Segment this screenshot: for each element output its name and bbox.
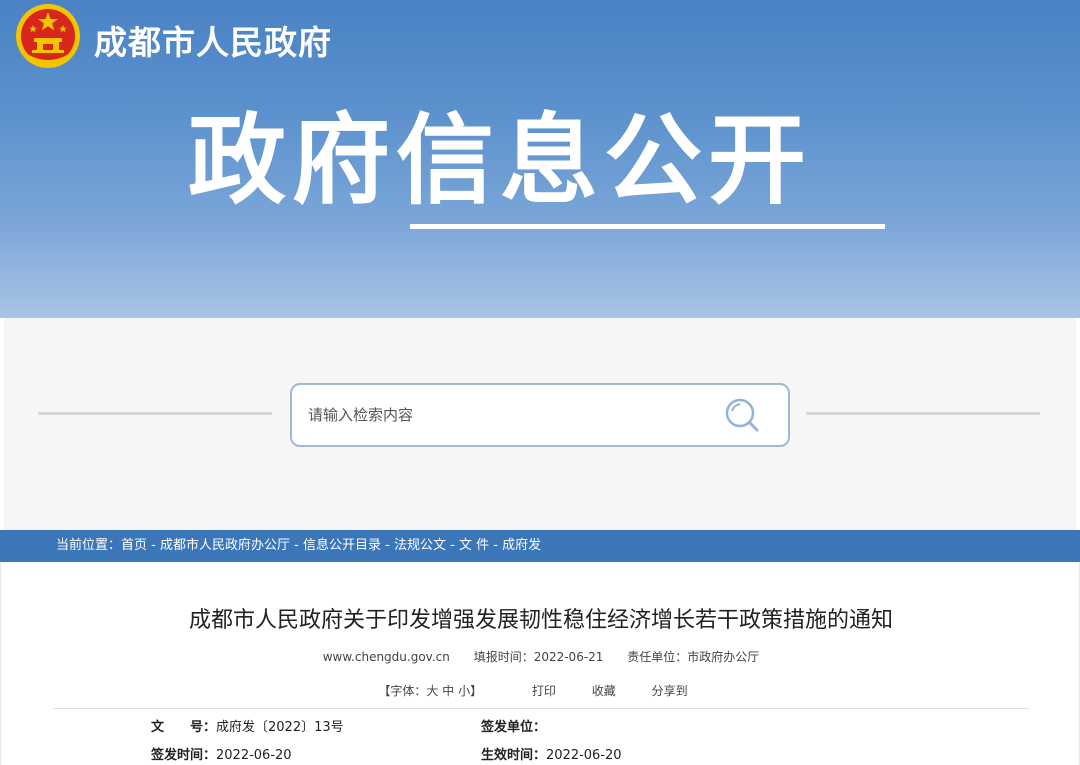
banner-title: 政府信息公开 [188, 104, 813, 218]
breadcrumb-separator: - [290, 538, 303, 553]
breadcrumb-label: 当前位置： [56, 538, 122, 553]
breadcrumb-item-regulations[interactable]: 法规公文 [394, 538, 446, 553]
effective-date-row: 生效时间：2022-06-20 [481, 744, 622, 763]
search-section [4, 318, 1076, 530]
breadcrumb-separator: - [445, 538, 459, 553]
article-source: www.chengdu.gov.cn [322, 650, 450, 664]
issuing-unit-row: 签发单位： [481, 716, 546, 735]
issue-date-value: 2022-06-20 [216, 748, 292, 763]
doc-number-row: 文 号：成府发〔2022〕13号 [151, 716, 344, 735]
doc-number-label: 文 号： [151, 720, 217, 735]
issue-date-row: 签发时间：2022-06-20 [151, 744, 292, 763]
search-input[interactable] [306, 399, 710, 431]
print-button[interactable]: 打印 [532, 684, 556, 698]
issue-date-label: 签发时间： [151, 748, 217, 763]
article-tools: 【字体：大 中 小】 打印 收藏 分享到 [1, 682, 1080, 699]
search-box [290, 383, 790, 447]
favorite-button[interactable]: 收藏 [592, 684, 616, 698]
font-size-medium[interactable]: 中 [442, 684, 454, 698]
header-banner: 成都市人民政府 政府信息公开 [0, 0, 1080, 318]
doc-number-value: 成府发〔2022〕13号 [216, 720, 344, 735]
search-icon[interactable] [722, 395, 762, 435]
breadcrumb: 当前位置：首页 - 成都市人民政府办公厅 - 信息公开目录 - 法规公文 - 文… [0, 530, 1080, 562]
breadcrumb-separator: - [147, 538, 160, 553]
breadcrumb-item-documents[interactable]: 文 件 [459, 538, 489, 553]
font-size-suffix: 】 [470, 684, 483, 698]
info-divider [53, 708, 1029, 709]
article-content: 成都市人民政府关于印发增强发展韧性稳住经济增长若干政策措施的通知 www.che… [0, 562, 1080, 765]
site-name: 成都市人民政府 [94, 23, 332, 62]
effective-date-value: 2022-06-20 [546, 748, 622, 763]
font-size-control: 【字体：大 中 小】 [378, 684, 482, 698]
font-size-small[interactable]: 小 [458, 684, 470, 698]
font-size-large[interactable]: 大 [426, 684, 438, 698]
breadcrumb-item-directory[interactable]: 信息公开目录 [303, 538, 381, 553]
article-meta: www.chengdu.gov.cn 填报时间：2022-06-21 责任单位：… [1, 648, 1080, 665]
article-responsible-unit: 责任单位：市政府办公厅 [627, 650, 760, 664]
breadcrumb-separator: - [381, 538, 394, 553]
font-size-prefix: 【字体： [378, 684, 427, 698]
breadcrumb-item-office[interactable]: 成都市人民政府办公厅 [160, 538, 290, 553]
article-title: 成都市人民政府关于印发增强发展韧性稳住经济增长若干政策措施的通知 [188, 608, 893, 633]
search-divider-left [38, 412, 272, 415]
breadcrumb-separator: - [489, 538, 503, 553]
breadcrumb-item-chengfufa[interactable]: 成府发 [502, 538, 541, 553]
article-report-time: 填报时间：2022-06-21 [473, 650, 604, 664]
banner-underline [410, 224, 885, 229]
issuing-unit-label: 签发单位： [481, 720, 547, 735]
search-divider-right [806, 412, 1040, 415]
national-emblem-icon [16, 4, 80, 68]
share-button[interactable]: 分享到 [652, 684, 688, 698]
effective-date-label: 生效时间： [481, 748, 547, 763]
breadcrumb-item-home[interactable]: 首页 [121, 538, 147, 553]
